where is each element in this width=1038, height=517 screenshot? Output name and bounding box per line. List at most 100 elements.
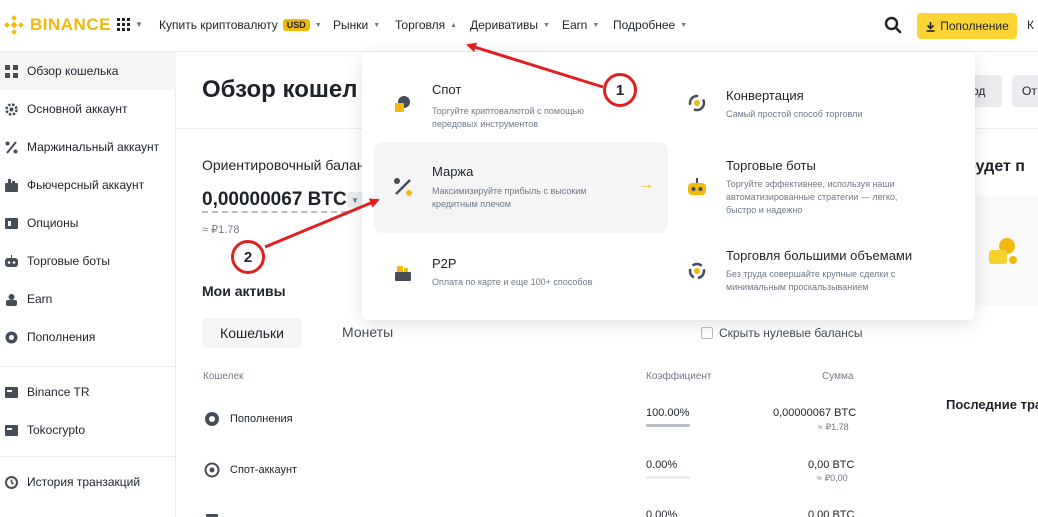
nav-more[interactable]: Подробнее ▼: [613, 18, 687, 32]
card-icon: [5, 424, 18, 436]
search-icon[interactable]: [884, 16, 902, 34]
table-row-ratio: 0.00%: [646, 509, 678, 517]
top-header: BINANCE ▼ Купить криптовалюту USD ▼ Рынк…: [0, 0, 1038, 52]
table-row-wallet-name[interactable]: Спот-аккаунт: [230, 464, 297, 476]
piggy-bank-icon: [6, 293, 17, 306]
promo-card[interactable]: [967, 196, 1038, 306]
nav-markets[interactable]: Рынки ▼: [333, 18, 380, 32]
table-row-ratio: 0.00%: [646, 459, 678, 471]
sidebar-item-label: Обзор кошелька: [27, 64, 119, 78]
menu-item-p2p[interactable]: P2P Оплата по карте и еще 100+ способов: [374, 242, 668, 302]
history-icon: [5, 475, 18, 489]
menu-item-title: Спот: [432, 82, 462, 97]
sidebar-item-options[interactable]: Опционы: [0, 204, 176, 242]
sidebar-item-label: Опционы: [27, 216, 79, 230]
menu-item-trading-bots[interactable]: Торговые боты Торгуйте эффективнее, испо…: [668, 148, 962, 228]
sidebar-item-wallet-overview[interactable]: Обзор кошелька: [0, 52, 176, 90]
binance-logo[interactable]: BINANCE: [4, 15, 111, 35]
currency-select-chevron-icon[interactable]: ▼: [347, 192, 363, 208]
gear-icon: [5, 102, 18, 116]
tab-wallets[interactable]: Кошельки: [202, 318, 302, 348]
sidebar-item-tokocrypto[interactable]: Tokocrypto: [0, 411, 176, 449]
sidebar-item-earn[interactable]: Earn: [0, 280, 176, 318]
nav-derivatives[interactable]: Деривативы ▼: [470, 18, 550, 32]
chevron-down-icon: ▼: [373, 21, 381, 29]
sidebar-item-trading-bots[interactable]: Торговые боты: [0, 242, 176, 280]
nav-trade-label: Торговля: [395, 18, 446, 32]
card-icon: [5, 386, 18, 398]
currency-badge: USD: [282, 19, 310, 31]
deposit-button[interactable]: Пополнение: [917, 13, 1017, 39]
tab-coins[interactable]: Монеты: [342, 324, 393, 340]
sidebar-item-label: Маржинальный аккаунт: [27, 140, 160, 154]
sidebar-divider: [0, 456, 176, 457]
column-header-amount: Сумма: [822, 371, 854, 382]
options-icon: [5, 217, 18, 229]
deposit-wallet-icon: [205, 412, 219, 426]
menu-item-margin[interactable]: Маржа Максимизируйте прибыль с высоким к…: [374, 142, 668, 233]
chevron-down-icon: ▼: [592, 21, 600, 29]
block-trade-icon: [688, 262, 706, 280]
balance-value[interactable]: 0,00000067 BTC: [202, 189, 347, 213]
chevron-down-icon: ▼: [314, 21, 322, 29]
robot-icon: [5, 254, 18, 267]
menu-item-desc: Самый простой способ торговли: [726, 109, 863, 119]
apps-grid-icon[interactable]: [117, 18, 130, 31]
nav-earn-label: Earn: [562, 18, 588, 32]
nav-buy-crypto-label: Купить криптовалюту: [159, 18, 278, 32]
convert-icon: [688, 94, 706, 112]
spot-wallet-icon: [204, 462, 220, 478]
sidebar-item-label: Фьючерсный аккаунт: [27, 178, 145, 192]
balance-fiat-value: ≈ ₽1.78: [202, 224, 240, 236]
wallet-icon: [206, 514, 218, 517]
sidebar-item-margin-account[interactable]: Маржинальный аккаунт: [0, 128, 176, 166]
balance-label: Ориентировочный баланс: [202, 157, 372, 173]
arrow-right-icon: →: [638, 176, 654, 193]
table-row-ratio: 100.00%: [646, 407, 690, 419]
nav-buy-crypto[interactable]: Купить криптовалюту USD ▼: [159, 18, 322, 32]
assets-title: Мои активы: [202, 283, 286, 299]
percent-icon: [5, 140, 18, 154]
annotation-marker-1: 1: [603, 73, 637, 107]
chevron-down-icon: ▼: [680, 21, 688, 29]
menu-item-desc: Максимизируйте прибыль с высоким кредитн…: [432, 186, 587, 209]
menu-item-convert[interactable]: Конвертация Самый простой способ торговл…: [668, 70, 962, 140]
top-action-button[interactable]: От: [1012, 75, 1038, 107]
apps-chevron-down-icon[interactable]: ▼: [135, 20, 143, 29]
table-row-amount-fiat: ≈ ₽1.78: [818, 422, 849, 432]
chevron-down-icon: ▼: [543, 21, 550, 29]
nav-derivatives-label: Деривативы: [470, 18, 539, 32]
nav-more-label: Подробнее: [613, 18, 676, 32]
sidebar-item-main-account[interactable]: Основной аккаунт: [0, 90, 176, 128]
sidebar-item-label: Binance TR: [27, 385, 90, 399]
sidebar-divider: [0, 366, 176, 367]
annotation-marker-2: 2: [231, 240, 265, 274]
sidebar-item-futures-account[interactable]: Фьючерсный аккаунт: [0, 166, 176, 204]
header-cut-text[interactable]: К: [1027, 18, 1034, 32]
sidebar-item-binance-tr[interactable]: Binance TR: [0, 373, 176, 411]
hide-zero-checkbox[interactable]: [701, 327, 713, 339]
nav-trade[interactable]: Торговля ▲: [395, 18, 457, 32]
sidebar-item-label: Торговые боты: [27, 254, 110, 268]
deposit-button-label: Пополнение: [940, 19, 1009, 33]
recent-transactions-title: Последние тра: [946, 397, 1038, 412]
binance-logo-icon: [4, 15, 24, 35]
sidebar-item-label: Tokocrypto: [27, 423, 86, 437]
menu-item-block-trading[interactable]: Торговля большими объемами Без труда сов…: [668, 238, 962, 304]
table-row-amount: 0,00000067 BTC: [773, 407, 857, 419]
column-header-wallet: Кошелек: [203, 371, 244, 382]
sidebar-item-transaction-history[interactable]: История транзакций: [0, 463, 176, 501]
ratio-bar-fill: [646, 424, 690, 427]
chevron-up-icon: ▲: [450, 21, 458, 29]
hide-zero-balances-toggle[interactable]: Скрыть нулевые балансы: [701, 326, 863, 340]
sidebar-item-deposits[interactable]: Пополнения: [0, 318, 176, 356]
spot-icon: [395, 96, 410, 112]
menu-item-desc: Торгуйте эффективнее, используя наши авт…: [726, 179, 898, 215]
table-row-wallet-name[interactable]: Пополнения: [230, 413, 293, 425]
margin-icon: [394, 178, 412, 196]
menu-item-title: Конвертация: [726, 88, 804, 103]
menu-item-title: Торговля большими объемами: [726, 248, 913, 263]
sidebar: Обзор кошелька Основной аккаунт Маржинал…: [0, 52, 176, 517]
table-row-amount-fiat: ≈ ₽0,00: [817, 473, 848, 483]
nav-earn[interactable]: Earn ▼: [562, 18, 599, 32]
